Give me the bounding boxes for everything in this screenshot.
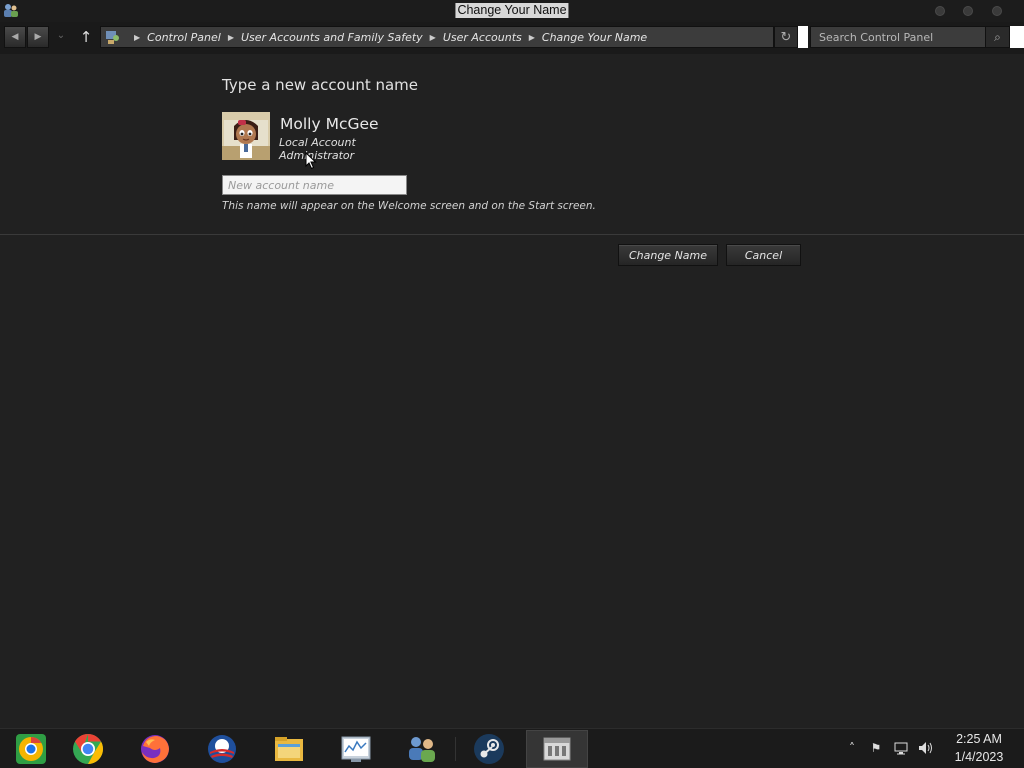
maximize-button[interactable] bbox=[963, 6, 973, 16]
close-button[interactable] bbox=[992, 6, 1002, 16]
toolbar-edge bbox=[1010, 26, 1024, 48]
breadcrumb-separator-icon[interactable]: ▶ bbox=[529, 33, 535, 42]
chrome-canary-icon bbox=[16, 734, 46, 764]
refresh-icon: ↻ bbox=[780, 29, 792, 45]
show-hidden-icons-button[interactable]: ˄ bbox=[844, 740, 860, 756]
taskbar-file-explorer[interactable] bbox=[258, 730, 320, 768]
avatar bbox=[222, 112, 270, 160]
title-bar: Change Your Name bbox=[0, 0, 1024, 22]
change-name-button[interactable]: Change Name bbox=[618, 244, 718, 266]
breadcrumb-user-accounts[interactable]: User Accounts bbox=[443, 31, 522, 44]
breadcrumb-change-your-name[interactable]: Change Your Name bbox=[542, 31, 647, 44]
page-title: Type a new account name bbox=[222, 76, 419, 94]
taskbar-user-accounts[interactable] bbox=[391, 730, 453, 768]
breadcrumb-separator-icon[interactable]: ▶ bbox=[430, 33, 436, 42]
performance-monitor-icon bbox=[341, 736, 371, 762]
account-type: Local Account bbox=[279, 136, 356, 149]
control-panel-icon bbox=[543, 737, 571, 761]
network-icon[interactable] bbox=[893, 740, 909, 756]
mouse-pointer-icon bbox=[305, 152, 317, 170]
user-name: Molly McGee bbox=[280, 115, 379, 133]
taskbar-steam[interactable] bbox=[458, 730, 520, 768]
back-arrow-icon: ◀ bbox=[11, 32, 19, 42]
chrome-icon bbox=[73, 734, 104, 764]
minimize-button[interactable] bbox=[935, 6, 945, 16]
refresh-button[interactable]: ↻ bbox=[774, 26, 798, 48]
forward-arrow-icon: ▶ bbox=[34, 32, 42, 42]
forward-button[interactable]: ▶ bbox=[27, 26, 49, 48]
breadcrumb-separator-icon[interactable]: ▶ bbox=[228, 33, 234, 42]
taskbar-firefox[interactable] bbox=[124, 730, 186, 768]
breadcrumb-user-accounts-family-safety[interactable]: User Accounts and Family Safety bbox=[241, 31, 423, 44]
user-accounts-icon[interactable] bbox=[3, 2, 19, 18]
new-account-name-input[interactable] bbox=[222, 175, 407, 195]
volume-icon[interactable] bbox=[917, 740, 933, 756]
name-hint-text: This name will appear on the Welcome scr… bbox=[222, 200, 596, 212]
search-icon[interactable]: ⌕ bbox=[985, 27, 1009, 47]
obama-logo-icon bbox=[208, 735, 236, 763]
clock-date[interactable]: 1/4/2023 bbox=[940, 750, 1018, 764]
taskbar-obama-app[interactable] bbox=[191, 730, 253, 768]
search-box[interactable]: ⌕ bbox=[810, 26, 1010, 48]
file-explorer-icon bbox=[275, 737, 303, 761]
toolbar-gap bbox=[798, 26, 808, 48]
user-avatar-image bbox=[222, 112, 270, 160]
taskbar-chrome[interactable] bbox=[57, 730, 119, 768]
back-button[interactable]: ◀ bbox=[4, 26, 26, 48]
address-bar[interactable]: ▶ Control Panel ▶ User Accounts and Fami… bbox=[100, 26, 774, 48]
control-panel-icon bbox=[106, 31, 119, 44]
chevron-down-icon: ⌄ bbox=[56, 30, 66, 41]
cancel-button[interactable]: Cancel bbox=[726, 244, 801, 266]
divider bbox=[0, 234, 1024, 235]
recent-locations-button[interactable]: ⌄ bbox=[54, 30, 68, 44]
firefox-icon bbox=[141, 735, 169, 763]
breadcrumb-separator-icon[interactable]: ▶ bbox=[134, 33, 140, 42]
window-title: Change Your Name bbox=[455, 3, 569, 18]
steam-icon bbox=[474, 734, 504, 764]
up-button[interactable]: ↑ bbox=[78, 27, 94, 47]
taskbar-chrome-canary[interactable] bbox=[0, 730, 62, 768]
navigation-bar: ◀ ▶ ⌄ ↑ ▶ Control Panel ▶ User Accounts … bbox=[0, 22, 1024, 54]
action-center-flag-icon[interactable]: ⚑ bbox=[868, 740, 884, 756]
taskbar-separator bbox=[455, 737, 456, 761]
breadcrumb-control-panel[interactable]: Control Panel bbox=[147, 31, 221, 44]
taskbar-performance-monitor[interactable] bbox=[325, 730, 387, 768]
up-arrow-icon: ↑ bbox=[79, 28, 93, 46]
user-accounts-icon bbox=[409, 737, 435, 762]
taskbar-control-panel[interactable] bbox=[526, 730, 588, 768]
search-input[interactable] bbox=[811, 27, 985, 47]
clock-time[interactable]: 2:25 AM bbox=[940, 732, 1018, 746]
